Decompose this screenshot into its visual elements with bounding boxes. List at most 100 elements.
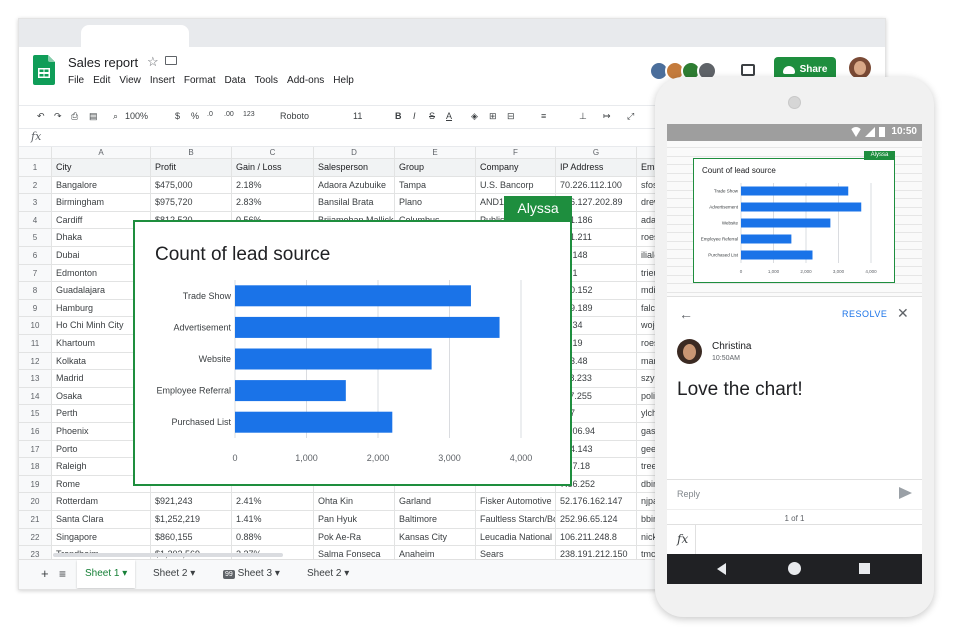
strikethrough-button[interactable]: S	[429, 111, 435, 121]
row-number[interactable]: 8	[19, 282, 52, 300]
phone-formula-bar[interactable]: fx	[667, 524, 922, 554]
merge-cells-icon[interactable]: ⊟	[507, 111, 515, 122]
menu-item-insert[interactable]: Insert	[150, 75, 175, 86]
undo-icon[interactable]: ↶	[37, 111, 45, 122]
cell[interactable]: Garland	[395, 493, 476, 511]
cell[interactable]: $1,252,219	[151, 511, 232, 529]
column-header[interactable]: B	[151, 147, 232, 159]
cell[interactable]: 0.88%	[232, 528, 314, 547]
cell[interactable]: Bangalore	[52, 176, 151, 195]
cell[interactable]: Tampa	[395, 176, 476, 195]
column-header[interactable]: D	[314, 147, 395, 159]
menu-item-data[interactable]: Data	[225, 75, 246, 86]
borders-icon[interactable]: ⊞	[489, 111, 497, 122]
tab-sheet-3[interactable]: 99 Sheet 3 ▾	[215, 560, 288, 588]
currency-button[interactable]: $	[175, 111, 180, 121]
back-arrow-icon[interactable]: ←	[679, 306, 693, 322]
cell[interactable]: $475,000	[151, 176, 232, 195]
mini-chart[interactable]: Count of lead source 0 1,000 2,000 3,000 4,00…	[693, 158, 895, 283]
tab-sheet-2b[interactable]: Sheet 2 ▾	[299, 560, 357, 588]
cell[interactable]: 52.176.162.147	[556, 493, 637, 511]
star-icon[interactable]: ☆	[147, 54, 159, 70]
cell[interactable]: 252.96.65.124	[556, 511, 637, 529]
nav-recents-icon[interactable]	[859, 563, 870, 574]
menu-item-add-ons[interactable]: Add-ons	[287, 75, 324, 86]
cell[interactable]: Pan Hyuk	[314, 511, 395, 529]
folder-icon[interactable]	[165, 56, 177, 65]
document-title[interactable]: Sales report	[68, 55, 138, 70]
horizontal-scrollbar[interactable]	[53, 553, 283, 557]
sheets-logo-icon[interactable]	[33, 55, 55, 85]
nav-back-icon[interactable]	[717, 563, 726, 575]
cell[interactable]: Rotterdam	[52, 493, 151, 511]
cell[interactable]: 106.211.248.8	[556, 528, 637, 547]
send-icon[interactable]	[899, 487, 912, 499]
row-number[interactable]: 3	[19, 194, 52, 212]
row-number[interactable]: 16	[19, 423, 52, 441]
column-header[interactable]: A	[52, 147, 151, 159]
cell[interactable]: IP Address	[556, 159, 637, 177]
zoom-select[interactable]: 100%	[125, 111, 148, 121]
tab-sheet-2[interactable]: Sheet 2 ▾	[145, 560, 203, 588]
menu-item-view[interactable]: View	[119, 75, 141, 86]
row-number[interactable]: 17	[19, 440, 52, 459]
row-number[interactable]: 22	[19, 528, 52, 547]
row-number[interactable]: 20	[19, 493, 52, 511]
cell[interactable]: Salesperson	[314, 159, 395, 177]
row-number[interactable]: 4	[19, 211, 52, 230]
row-number[interactable]: 18	[19, 458, 52, 476]
resolve-button[interactable]: RESOLVE	[842, 309, 887, 319]
cell[interactable]: Leucadia National	[476, 528, 556, 547]
row-number[interactable]: 6	[19, 247, 52, 265]
bold-button[interactable]: B	[395, 111, 402, 121]
text-color-button[interactable]: A	[446, 111, 452, 121]
close-icon[interactable]: ✕	[897, 305, 909, 322]
cell[interactable]: 1.41%	[232, 511, 314, 529]
menu-item-tools[interactable]: Tools	[255, 75, 278, 86]
font-select[interactable]: Roboto	[280, 111, 309, 121]
row-number[interactable]: 1	[19, 159, 52, 177]
account-avatar[interactable]	[849, 57, 871, 79]
embedded-chart[interactable]: Count of lead source 0 1,000 2,000 3,000 4,00…	[133, 220, 572, 486]
align-icon[interactable]: ≡	[541, 111, 546, 121]
cell[interactable]: Ohta Kin	[314, 493, 395, 511]
cell[interactable]: Baltimore	[395, 511, 476, 529]
column-header[interactable]: C	[232, 147, 314, 159]
select-all-corner[interactable]	[19, 147, 52, 159]
tab-sheet-1[interactable]: Sheet 1 ▾	[77, 560, 136, 588]
menu-item-help[interactable]: Help	[333, 75, 354, 86]
wrap-icon[interactable]: ↦	[603, 111, 611, 122]
cell[interactable]: Faultless Starch/Bo	[476, 511, 556, 529]
fill-color-icon[interactable]: ◈	[471, 111, 478, 122]
cell[interactable]: $860,155	[151, 528, 232, 547]
row-number[interactable]: 7	[19, 264, 52, 283]
increase-decimals-button[interactable]: .00	[224, 111, 234, 118]
cell[interactable]: Santa Clara	[52, 511, 151, 529]
cell[interactable]: Kansas City	[395, 528, 476, 547]
row-number[interactable]: 5	[19, 229, 52, 247]
cell[interactable]: Fisker Automotive	[476, 493, 556, 511]
row-number[interactable]: 12	[19, 352, 52, 371]
percent-button[interactable]: %	[191, 111, 199, 121]
cell[interactable]: Pok Ae-Ra	[314, 528, 395, 547]
cell[interactable]: Adaora Azubuike	[314, 176, 395, 195]
menu-item-file[interactable]: File	[68, 75, 84, 86]
cell[interactable]: Plano	[395, 194, 476, 212]
paint-format-icon[interactable]: ▤	[89, 111, 98, 122]
cell[interactable]: 2.18%	[232, 176, 314, 195]
cell[interactable]: 2.41%	[232, 493, 314, 511]
row-number[interactable]: 9	[19, 299, 52, 318]
menu-item-edit[interactable]: Edit	[93, 75, 110, 86]
cell[interactable]: Company	[476, 159, 556, 177]
row-number[interactable]: 14	[19, 387, 52, 406]
cell[interactable]: City	[52, 159, 151, 177]
cell[interactable]: 70.226.112.100	[556, 176, 637, 195]
cell[interactable]: Birmingham	[52, 194, 151, 212]
cell[interactable]: $921,243	[151, 493, 232, 511]
column-header[interactable]: F	[476, 147, 556, 159]
row-number[interactable]: 19	[19, 475, 52, 494]
print-icon[interactable]: ⎙	[71, 111, 78, 122]
decrease-decimals-button[interactable]: .0	[207, 111, 213, 118]
cell[interactable]: 2.83%	[232, 194, 314, 212]
column-header[interactable]: E	[395, 147, 476, 159]
